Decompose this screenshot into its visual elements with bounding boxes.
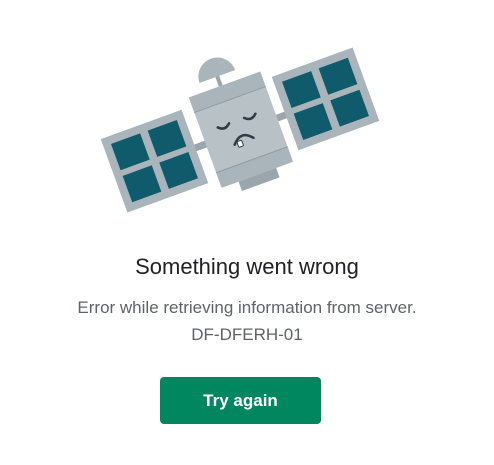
- error-title: Something went wrong: [135, 254, 359, 279]
- try-again-button[interactable]: Try again: [160, 377, 321, 424]
- sad-satellite-icon: [92, 30, 402, 240]
- error-code: DF-DFERH-01: [191, 325, 303, 344]
- error-message: Error while retrieving information from …: [77, 298, 417, 317]
